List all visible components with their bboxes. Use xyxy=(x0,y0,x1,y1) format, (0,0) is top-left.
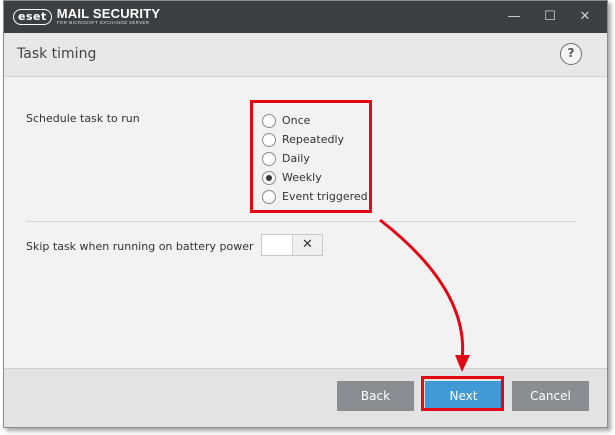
toggle-off-icon[interactable]: ✕ xyxy=(292,235,322,255)
product-name: MAIL SECURITY xyxy=(56,6,161,21)
battery-toggle[interactable]: ✕ xyxy=(261,234,323,256)
task-timing-window: eset MAIL SECURITY FOR MICROSOFT EXCHANG… xyxy=(3,0,608,428)
page-title: Task timing xyxy=(17,46,97,62)
back-button[interactable]: Back xyxy=(337,381,414,411)
product-subtitle: FOR MICROSOFT EXCHANGE SERVER xyxy=(56,20,150,25)
cancel-button[interactable]: Cancel xyxy=(512,381,589,411)
help-icon[interactable]: ? xyxy=(560,43,582,65)
footer-bar: Back Next Cancel xyxy=(4,368,607,427)
minimize-icon[interactable]: — xyxy=(496,1,532,33)
divider xyxy=(26,221,576,222)
close-icon[interactable]: ✕ xyxy=(567,1,603,33)
schedule-label: Schedule task to run xyxy=(26,112,140,125)
annotation-highlight-schedule xyxy=(250,100,372,213)
title-bar[interactable]: eset MAIL SECURITY FOR MICROSOFT EXCHANG… xyxy=(4,1,607,33)
battery-label: Skip task when running on battery power xyxy=(26,240,254,253)
product-title: MAIL SECURITY FOR MICROSOFT EXCHANGE SER… xyxy=(56,6,161,26)
page-header: Task timing ? xyxy=(4,33,607,77)
eset-brand-badge: eset xyxy=(13,9,52,25)
maximize-icon[interactable]: ☐ xyxy=(532,1,568,33)
annotation-highlight-next xyxy=(421,376,504,411)
toggle-track[interactable] xyxy=(262,235,292,255)
eset-logo: eset MAIL SECURITY FOR MICROSOFT EXCHANG… xyxy=(13,6,161,26)
